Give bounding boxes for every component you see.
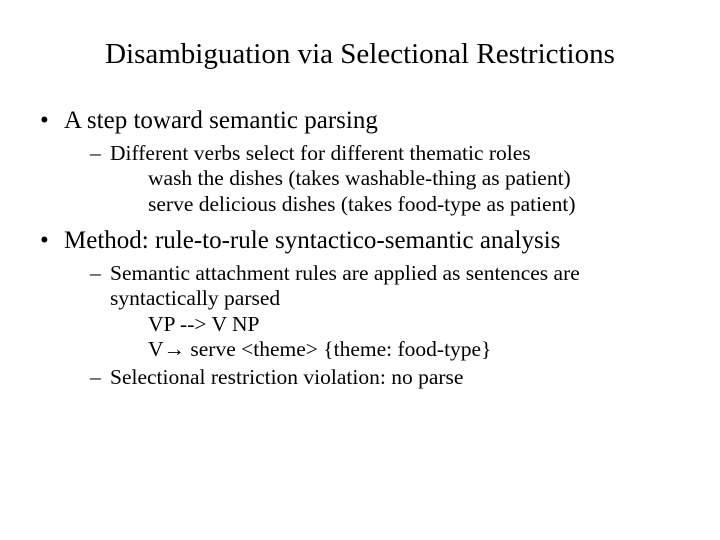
bullet-text: Selectional restriction violation: no pa…	[110, 365, 463, 389]
bullet-level1: Method: rule-to-rule syntactico-semantic…	[40, 227, 680, 255]
slide-title: Disambiguation via Selectional Restricti…	[0, 0, 720, 97]
bullet-text: A step toward semantic parsing	[64, 107, 378, 134]
bullet-text: Semantic attachment rules are applied as…	[110, 261, 580, 310]
bullet-level3: V→ serve <theme> {theme: food-type}	[40, 337, 680, 362]
bullet-level3: wash the dishes (takes washable-thing as…	[40, 166, 680, 191]
bullet-level1: A step toward semantic parsing	[40, 107, 680, 135]
bullet-level2: Selectional restriction violation: no pa…	[40, 365, 680, 390]
bullet-text: V→ serve <theme> {theme: food-type}	[148, 337, 491, 361]
bullet-text: VP --> V NP	[148, 312, 260, 336]
bullet-text: Different verbs select for different the…	[110, 141, 531, 165]
bullet-text: serve delicious dishes (takes food-type …	[148, 192, 575, 216]
slide: Disambiguation via Selectional Restricti…	[0, 0, 720, 540]
bullet-level2: Semantic attachment rules are applied as…	[40, 261, 680, 312]
bullet-text: Method: rule-to-rule syntactico-semantic…	[64, 227, 560, 254]
bullet-text: wash the dishes (takes washable-thing as…	[148, 166, 571, 190]
bullet-level2: Different verbs select for different the…	[40, 141, 680, 166]
slide-body: A step toward semantic parsing Different…	[0, 107, 720, 390]
bullet-level3: serve delicious dishes (takes food-type …	[40, 192, 680, 217]
bullet-level3: VP --> V NP	[40, 312, 680, 337]
